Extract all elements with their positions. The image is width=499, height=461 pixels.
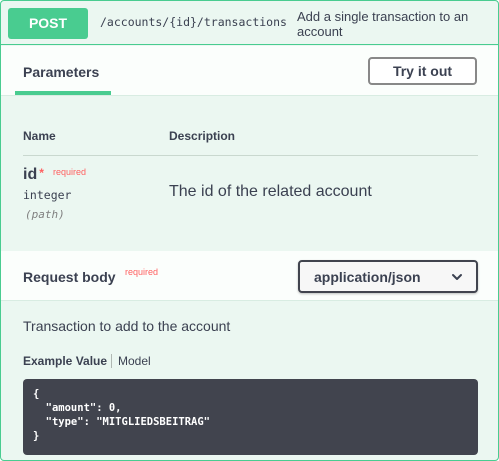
- parameter-name: id *: [23, 166, 44, 184]
- method-badge: POST: [8, 8, 88, 39]
- parameters-header: Parameters Try it out: [1, 46, 498, 96]
- operation-summary-description: Add a single transaction to an account: [297, 9, 469, 39]
- parameter-type: integer: [23, 188, 72, 202]
- parameter-description: The id of the related account: [169, 183, 372, 200]
- column-header-description: Description: [169, 129, 236, 143]
- tab-parameters[interactable]: Parameters: [23, 64, 99, 80]
- chevron-down-icon: [452, 274, 462, 280]
- parameter-location: (path): [25, 208, 65, 221]
- endpoint-path: /accounts/{id}/transactions: [100, 15, 287, 29]
- request-body-required-label: required: [125, 267, 159, 277]
- required-star: *: [39, 166, 44, 180]
- parameter-required-label: required: [53, 167, 87, 177]
- try-it-out-button[interactable]: Try it out: [368, 57, 477, 85]
- active-tab-indicator: [15, 91, 111, 95]
- tab-example-value[interactable]: Example Value: [23, 354, 107, 368]
- operation-summary[interactable]: POST /accounts/{id}/transactions Add a s…: [1, 1, 498, 45]
- request-body-title: Request body: [23, 269, 116, 285]
- tab-divider: [111, 354, 112, 368]
- parameter-name-text: id: [23, 166, 38, 183]
- request-body-header: Request body required application/json: [1, 251, 498, 301]
- column-header-name: Name: [23, 129, 56, 143]
- content-type-select[interactable]: application/json: [298, 260, 478, 293]
- example-code-block[interactable]: { "amount": 0, "type": "MITGLIEDSBEITRAG…: [23, 379, 478, 455]
- table-header-divider: [23, 155, 478, 156]
- content-type-value: application/json: [314, 269, 421, 285]
- tab-model[interactable]: Model: [118, 354, 151, 368]
- operation-block-post: POST /accounts/{id}/transactions Add a s…: [0, 0, 499, 461]
- request-body-description: Transaction to add to the account: [23, 318, 231, 334]
